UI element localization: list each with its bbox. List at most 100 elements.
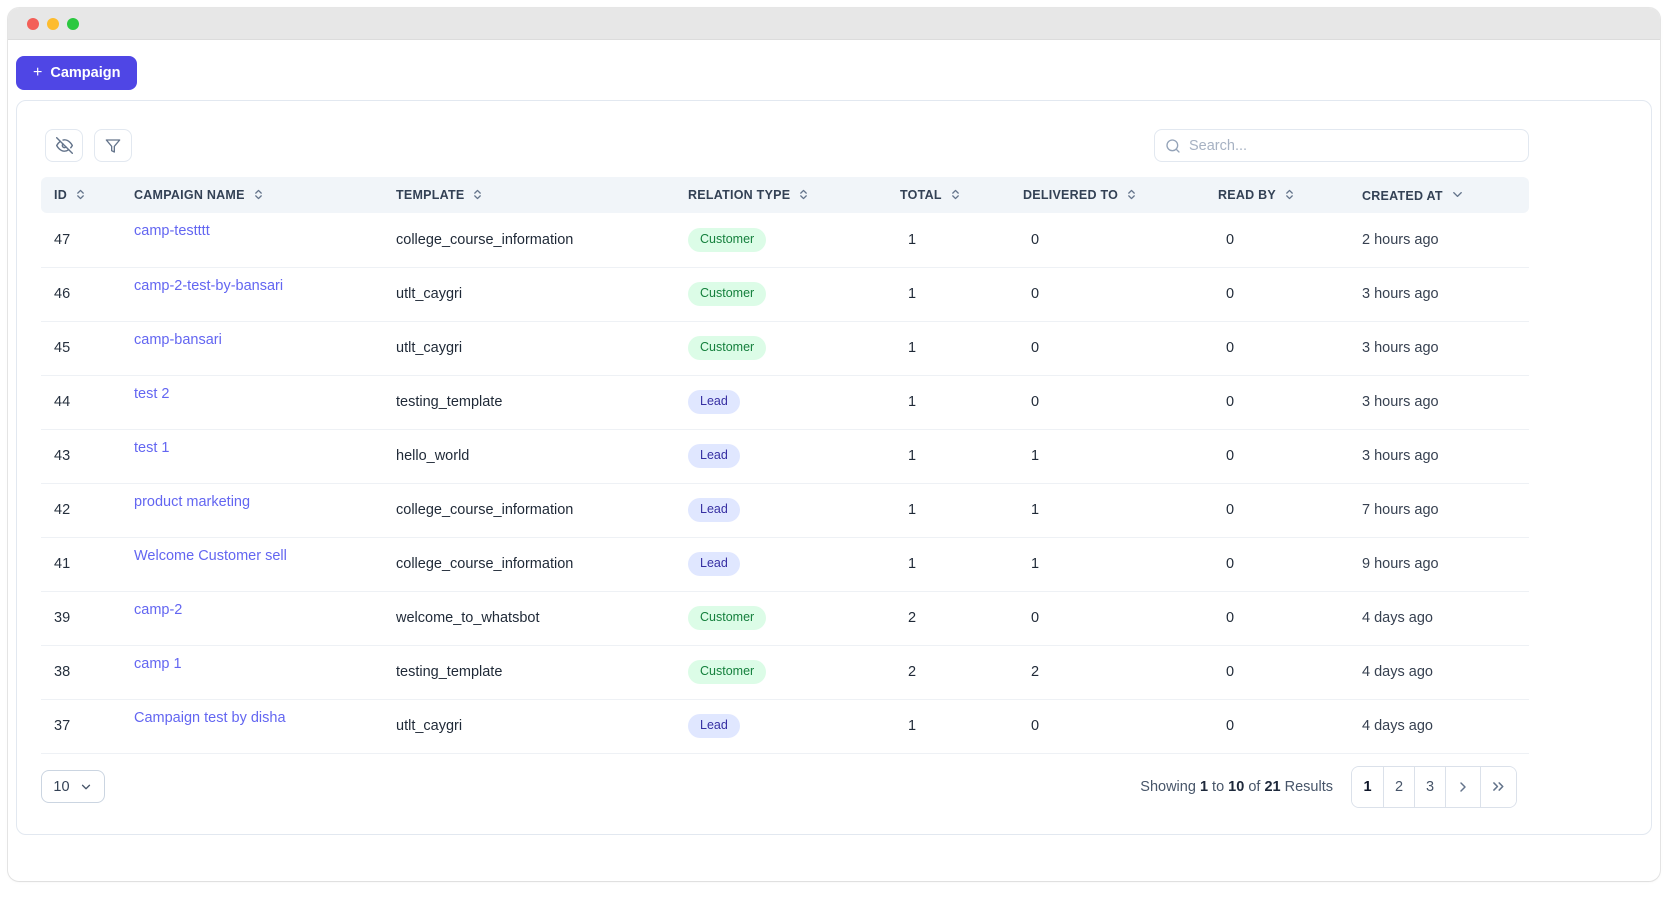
page-button-1[interactable]: 1 [1352, 767, 1383, 807]
campaign-name-link[interactable]: product marketing [134, 494, 250, 510]
filter-button[interactable] [94, 129, 132, 162]
cell-id: 44 [41, 375, 134, 429]
campaign-name-link[interactable]: camp-bansari [134, 332, 222, 348]
cell-delivered-to: 0 [1023, 321, 1218, 375]
column-header-created[interactable]: CREATED AT [1362, 177, 1529, 213]
cell-id: 41 [41, 537, 134, 591]
cell-id: 43 [41, 429, 134, 483]
add-campaign-label: Campaign [50, 65, 120, 81]
search-box [1154, 129, 1529, 162]
page-button-2[interactable]: 2 [1383, 767, 1414, 807]
campaign-name-link[interactable]: camp-testttt [134, 223, 210, 239]
window-titlebar [8, 8, 1660, 40]
sort-icon [252, 188, 265, 201]
cell-read-by: 0 [1218, 483, 1362, 537]
cell-created-at: 3 hours ago [1362, 429, 1529, 483]
cell-campaign-name: camp-testttt [134, 213, 396, 267]
close-window-button[interactable] [27, 18, 39, 30]
cell-campaign-name: camp-2 [134, 591, 396, 645]
search-input[interactable] [1189, 138, 1518, 154]
relation-type-badge: Lead [688, 498, 740, 522]
cell-created-at: 3 hours ago [1362, 321, 1529, 375]
table-row: 44test 2testing_templateLead1003 hours a… [41, 375, 1529, 429]
relation-type-badge: Customer [688, 336, 766, 360]
cell-template: utlt_caygri [396, 267, 688, 321]
app-window: + Campaign [8, 8, 1660, 881]
page-size-value: 10 [53, 779, 69, 795]
cell-template: testing_template [396, 375, 688, 429]
cell-id: 38 [41, 645, 134, 699]
cell-template: hello_world [396, 429, 688, 483]
campaign-name-link[interactable]: Welcome Customer sell [134, 548, 287, 564]
column-header-total[interactable]: TOTAL [900, 177, 1023, 213]
cell-relation-type: Lead [688, 375, 900, 429]
sort-icon [949, 188, 962, 201]
column-header-read[interactable]: READ BY [1218, 177, 1362, 213]
zoom-window-button[interactable] [67, 18, 79, 30]
cell-template: utlt_caygri [396, 321, 688, 375]
campaign-name-link[interactable]: test 2 [134, 386, 169, 402]
cell-read-by: 0 [1218, 375, 1362, 429]
add-campaign-button[interactable]: + Campaign [16, 56, 137, 90]
campaign-name-link[interactable]: test 1 [134, 440, 169, 456]
column-header-name[interactable]: CAMPAIGN NAME [134, 177, 396, 213]
campaign-name-link[interactable]: camp-2 [134, 602, 182, 618]
column-header-template[interactable]: TEMPLATE [396, 177, 688, 213]
relation-type-badge: Lead [688, 444, 740, 468]
toggle-columns-button[interactable] [45, 129, 83, 162]
cell-read-by: 0 [1218, 699, 1362, 753]
cell-delivered-to: 1 [1023, 537, 1218, 591]
cell-total: 1 [900, 483, 1023, 537]
cell-template: college_course_information [396, 213, 688, 267]
page-size-select[interactable]: 10 [41, 770, 105, 803]
table-row: 38camp 1testing_templateCustomer2204 day… [41, 645, 1529, 699]
cell-read-by: 0 [1218, 591, 1362, 645]
sort-icon [1125, 188, 1138, 201]
cell-created-at: 2 hours ago [1362, 213, 1529, 267]
table-row: 47camp-testtttcollege_course_information… [41, 213, 1529, 267]
cell-delivered-to: 0 [1023, 699, 1218, 753]
sort-icon [797, 188, 810, 201]
column-header-delivered[interactable]: DELIVERED TO [1023, 177, 1218, 213]
cell-delivered-to: 1 [1023, 483, 1218, 537]
page-content: + Campaign [8, 40, 1660, 851]
cell-delivered-to: 0 [1023, 267, 1218, 321]
cell-relation-type: Customer [688, 213, 900, 267]
relation-type-badge: Customer [688, 660, 766, 684]
table-row: 37Campaign test by dishautlt_caygriLead1… [41, 699, 1529, 753]
minimize-window-button[interactable] [47, 18, 59, 30]
campaign-name-link[interactable]: camp-2-test-by-bansari [134, 278, 283, 294]
results-summary: Showing 1 to 10 of 21 Results [1140, 779, 1333, 795]
column-header-relation[interactable]: RELATION TYPE [688, 177, 900, 213]
cell-template: testing_template [396, 645, 688, 699]
table-row: 41Welcome Customer sellcollege_course_in… [41, 537, 1529, 591]
campaigns-table: IDCAMPAIGN NAMETEMPLATERELATION TYPETOTA… [41, 177, 1529, 754]
table-footer: 10 Showing 1 to 10 of 21 Results [41, 766, 1529, 808]
page-button-3[interactable]: 3 [1414, 767, 1445, 807]
cell-campaign-name: test 2 [134, 375, 396, 429]
cell-total: 1 [900, 375, 1023, 429]
results-from: 1 [1200, 779, 1208, 795]
cell-total: 1 [900, 213, 1023, 267]
next-page-button[interactable] [1445, 767, 1480, 807]
cell-created-at: 3 hours ago [1362, 375, 1529, 429]
cell-created-at: 4 days ago [1362, 591, 1529, 645]
relation-type-badge: Lead [688, 552, 740, 576]
plus-icon: + [33, 64, 42, 82]
cell-delivered-to: 1 [1023, 429, 1218, 483]
campaign-name-link[interactable]: Campaign test by disha [134, 710, 286, 726]
campaign-name-link[interactable]: camp 1 [134, 656, 182, 672]
cell-relation-type: Customer [688, 267, 900, 321]
last-page-button[interactable] [1480, 767, 1516, 807]
results-to: 10 [1228, 779, 1244, 795]
search-icon [1165, 138, 1181, 154]
relation-type-badge: Customer [688, 606, 766, 630]
table-toolbar [41, 129, 1529, 162]
cell-relation-type: Customer [688, 321, 900, 375]
cell-created-at: 7 hours ago [1362, 483, 1529, 537]
column-header-id[interactable]: ID [41, 177, 134, 213]
cell-delivered-to: 0 [1023, 591, 1218, 645]
cell-campaign-name: camp-2-test-by-bansari [134, 267, 396, 321]
cell-total: 1 [900, 699, 1023, 753]
table-header-row: IDCAMPAIGN NAMETEMPLATERELATION TYPETOTA… [41, 177, 1529, 213]
